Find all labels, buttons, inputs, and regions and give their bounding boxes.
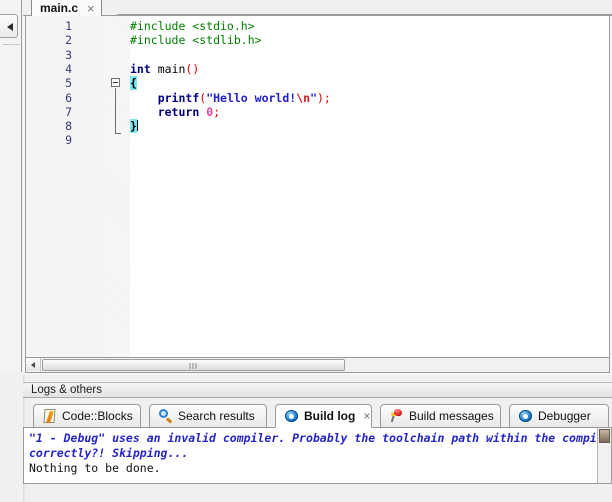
log-tab-search-results[interactable]: Search results [149, 404, 267, 428]
text-caret [136, 120, 138, 132]
editor-tabbar-filler [117, 0, 612, 15]
code-token: ); [317, 90, 331, 105]
build-log-output[interactable]: "1 - Debug" uses an invalid compiler. Pr… [23, 427, 612, 484]
code-line-text: { [130, 76, 137, 91]
code-line-text: printf("Hello world!\n"); [130, 91, 331, 105]
pencil-icon [43, 409, 57, 423]
log-tab-label: Search results [178, 409, 255, 423]
left-toolbar-strip [0, 0, 22, 372]
pushpin-icon [390, 407, 404, 423]
editor-panel: main.c × 1 #include <stdio.h> 2 #include <s… [23, 0, 612, 375]
logs-panel-title: Logs & others [31, 384, 102, 396]
code-line-text: #include <stdlib.h> [130, 33, 262, 47]
line-number: 9 [65, 133, 72, 148]
code-line-text: int main() [130, 62, 199, 76]
code-line: 4 int main() [26, 62, 609, 76]
scroll-grip-icon [189, 363, 198, 369]
code-token: main [157, 61, 186, 76]
code-line-text: } [130, 119, 138, 134]
log-tab-build-messages[interactable]: Build messages [380, 404, 501, 428]
fold-range-end [115, 133, 121, 135]
code-token: } [130, 119, 137, 134]
code-line: 7 return 0; [26, 105, 609, 119]
code-line: 1 #include <stdio.h> [26, 19, 609, 33]
line-number: 3 [65, 47, 72, 62]
editor-horizontal-scrollbar[interactable] [25, 358, 610, 373]
log-output-line: correctly?! Skipping... [29, 446, 189, 460]
tab-main-c-label: main.c [40, 1, 79, 15]
codeblocks-window: main.c × 1 #include <stdio.h> 2 #include <s… [0, 0, 612, 502]
log-tab-label: Build messages [409, 409, 494, 423]
tab-main-c[interactable]: main.c × [31, 0, 102, 16]
code-token: printf [157, 90, 200, 105]
log-tab-label: Code::Blocks [62, 409, 133, 423]
fold-collapse-box[interactable] [111, 78, 120, 88]
code-token: "Hello world! [206, 90, 297, 105]
code-token: ; [213, 104, 221, 119]
code-token: \n [296, 90, 311, 105]
line-number: 1 [65, 19, 72, 33]
fold-range-line [115, 88, 116, 134]
code-line: 8} [26, 119, 609, 134]
editor-tabbar: main.c × [23, 0, 612, 16]
line-number: 4 [65, 61, 72, 76]
toolbar-divider [3, 44, 20, 45]
toolbar-arrow-button[interactable] [0, 14, 18, 38]
gear-icon [519, 409, 533, 423]
code-token: " [310, 90, 317, 105]
code-line: 3 [26, 48, 609, 62]
code-line: 6 printf("Hello world!\n"); [26, 91, 609, 105]
log-tab-debugger[interactable]: Debugger [509, 404, 609, 428]
code-token: #include <stdio.h> [130, 19, 255, 33]
scroll-thumb[interactable] [42, 359, 345, 371]
tab-main-c-close-icon[interactable]: × [87, 2, 95, 16]
line-number: 6 [65, 90, 72, 105]
code-editor-area[interactable]: 1 #include <stdio.h> 2 #include <stdlib.h> 3… [25, 16, 610, 358]
log-output-line: Nothing to be done. [29, 461, 161, 475]
line-number: 8 [65, 119, 72, 134]
code-line-text: return 0; [130, 105, 220, 119]
code-token: () [185, 61, 200, 76]
arrow-left-icon [31, 362, 35, 368]
logs-panel: Logs & others Code::Blocks Search results… [23, 382, 612, 502]
gear-icon [285, 409, 299, 423]
log-tab-close-icon[interactable]: × [363, 409, 370, 423]
log-tab-label: Debugger [538, 409, 591, 423]
code-token: { [130, 76, 137, 91]
arrow-right-icon [7, 23, 13, 31]
code-line-text: #include <stdio.h> [130, 19, 255, 33]
code-token: #include <stdlib.h> [130, 33, 262, 48]
code-token: int [130, 61, 151, 76]
search-icon [159, 409, 173, 424]
log-tab-code-blocks[interactable]: Code::Blocks [33, 404, 141, 428]
log-output-line: "1 - Debug" uses an invalid compiler. Pr… [29, 431, 611, 445]
code-token: return [157, 104, 200, 119]
log-tab-label: Build log [304, 409, 356, 423]
line-number: 7 [65, 104, 72, 119]
logs-panel-caption: Logs & others [23, 382, 612, 398]
scroll-left-button[interactable] [26, 358, 41, 371]
line-number: 5 [65, 76, 72, 91]
log-scroll-thumb[interactable] [599, 429, 610, 443]
code-line: 9 [26, 133, 609, 147]
line-number: 2 [65, 33, 72, 48]
code-line: 2 #include <stdlib.h> [26, 33, 609, 47]
log-tab-build-log[interactable]: Build log × [275, 404, 372, 428]
log-vertical-scrollbar[interactable] [597, 428, 611, 483]
logs-tabbar: Code::Blocks Search results Build log × Buil… [23, 404, 612, 428]
